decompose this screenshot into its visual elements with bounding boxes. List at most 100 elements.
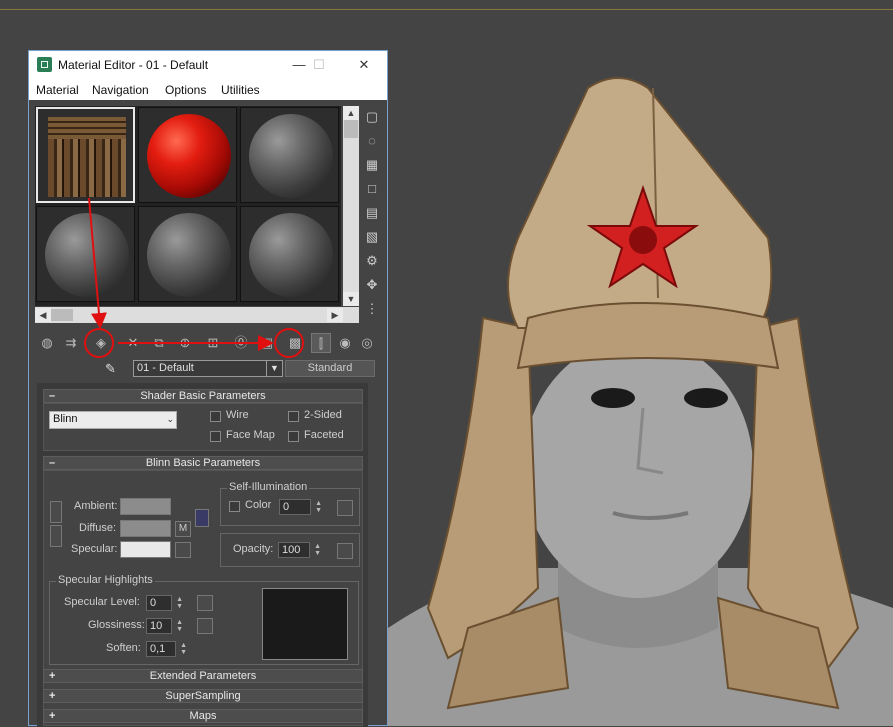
material-name-field[interactable]: 01 - Default ▼ [133,360,283,377]
diffuse-map-button[interactable]: M [175,521,191,537]
menu-navigation[interactable]: Navigation [92,83,149,97]
collapse-sign: – [49,457,56,469]
self-illumination-group: Self-Illumination Color 0 ▲ ▼ [220,481,360,526]
glossiness-spinner[interactable]: 10 ▲ ▼ [146,618,183,634]
sample-slot-6[interactable] [240,206,339,302]
put-to-scene-icon[interactable]: ⇉ [61,333,81,353]
make-preview-icon[interactable]: ▧ [363,228,381,246]
opacity-spinner[interactable]: 100 ▲ ▼ [278,542,321,558]
sample-type-icon[interactable]: ▢ [363,108,381,126]
select-by-material-icon[interactable]: ✥ [363,276,381,294]
self-illum-value-spinner[interactable]: 0 ▲ ▼ [279,499,322,515]
material-navigator-icon[interactable]: ⋮ [363,300,381,318]
chevron-down-icon[interactable]: ▼ [266,361,282,376]
ambient-color-swatch[interactable] [120,498,171,515]
scroll-thumb[interactable] [51,309,73,321]
video-color-check-icon[interactable]: ▤ [363,204,381,222]
sample-slot-3[interactable] [240,107,339,203]
soften-value: 0,1 [150,643,166,655]
shader-type-dropdown[interactable]: Blinn ⌄ [49,411,177,429]
eyedropper-icon[interactable]: ✎ [105,361,116,377]
soften-spinner[interactable]: 0,1 ▲ ▼ [146,641,187,657]
go-to-parent-icon[interactable]: ◉ [335,333,355,353]
spinner-arrows-icon[interactable]: ▲ ▼ [176,596,183,610]
self-illumination-title: Self-Illumination [227,481,310,493]
sample-slot-1[interactable] [36,107,135,203]
scroll-up-icon[interactable]: ▲ [343,106,359,120]
reset-icon[interactable]: ✕ [123,333,143,353]
specular-label: Specular: [71,543,118,555]
material-type-button[interactable]: Standard [285,360,375,377]
sample-slots [35,106,341,306]
wire-checkbox[interactable] [210,411,221,422]
put-to-library-icon[interactable]: ⊞ [203,333,223,353]
character-render [388,77,893,726]
expand-sign: + [49,710,56,722]
window-title: Material Editor - 01 - Default [58,58,209,72]
gray-sphere-preview [147,213,231,297]
glossiness-value: 10 [150,620,163,632]
viewport-border [0,9,893,10]
self-illum-map-button[interactable] [337,500,353,516]
slots-horizontal-scrollbar[interactable]: ◀ ▶ [35,307,359,323]
glossiness-map-button[interactable] [197,618,213,634]
material-id-icon[interactable]: ⓪ [231,333,251,353]
make-copy-icon[interactable]: ⧉ [149,333,169,353]
wire-label: Wire [226,409,249,421]
options-icon[interactable]: ⚙ [363,252,381,270]
shader-type-value: Blinn [53,413,78,425]
scroll-left-icon[interactable]: ◀ [35,308,51,322]
specular-level-map-button[interactable] [197,595,213,611]
rollout-title: Extended Parameters [149,670,257,682]
menu-bar: Material Navigation Options Utilities [29,79,387,100]
menu-utilities[interactable]: Utilities [221,83,260,97]
scroll-right-icon[interactable]: ▶ [327,308,343,322]
two-sided-checkbox[interactable] [288,411,299,422]
specular-color-swatch[interactable] [120,541,171,558]
sample-slot-4[interactable] [36,206,135,302]
spinner-arrows-icon[interactable]: ▲ ▼ [314,543,321,557]
backlight-icon[interactable]: ◌ [363,132,381,150]
go-forward-to-sibling-icon[interactable]: ◎ [357,333,377,353]
maximize-button[interactable]: ☐ [307,55,331,75]
lock-diffuse-specular-icon[interactable] [50,525,62,547]
textured-cube-preview [48,117,126,197]
faceted-checkbox[interactable] [288,431,299,442]
specular-level-spinner[interactable]: 0 ▲ ▼ [146,595,183,611]
collapse-sign: – [49,390,56,402]
sample-slot-2[interactable] [138,107,237,203]
spinner-arrows-icon[interactable]: ▲ ▼ [315,500,322,514]
rollout-header-extended[interactable]: + Extended Parameters [43,669,363,683]
slots-vertical-scrollbar[interactable]: ▲ ▼ [343,106,359,306]
scroll-down-icon[interactable]: ▼ [343,292,359,306]
diffuse-label: Diffuse: [79,522,117,534]
specular-map-button[interactable] [175,542,191,558]
background-icon[interactable]: ▦ [363,156,381,174]
spinner-arrows-icon[interactable]: ▲ ▼ [180,642,187,656]
two-sided-label: 2-Sided [304,409,342,421]
scroll-thumb[interactable] [344,120,358,138]
rollout-header-shader-basic[interactable]: – Shader Basic Parameters [43,389,363,403]
self-illum-color-checkbox[interactable] [229,501,240,512]
get-material-icon[interactable]: ◍ [37,333,57,353]
diffuse-color-swatch[interactable] [120,520,171,537]
menu-options[interactable]: Options [165,83,206,97]
title-bar[interactable]: Material Editor - 01 - Default — ☐ ✕ [29,51,387,79]
rollout-header-blinn-basic[interactable]: – Blinn Basic Parameters [43,456,363,470]
sample-slot-5[interactable] [138,206,237,302]
lock-icon[interactable] [195,509,209,527]
gray-sphere-preview [249,114,333,198]
rollout-header-maps[interactable]: + Maps [43,709,363,723]
make-unique-icon[interactable]: ⊕ [175,333,195,353]
menu-material[interactable]: Material [36,83,79,97]
specular-level-value: 0 [150,597,157,609]
lock-ambient-diffuse-icon[interactable] [50,501,62,523]
show-end-result-icon[interactable]: ⫿ [311,333,331,353]
opacity-map-button[interactable] [337,543,353,559]
uv-tiling-icon[interactable]: □ [363,180,381,198]
gray-sphere-preview [249,213,333,297]
face-map-checkbox[interactable] [210,431,221,442]
spinner-arrows-icon[interactable]: ▲ ▼ [176,619,183,633]
close-button[interactable]: ✕ [352,55,376,75]
rollout-header-supersampling[interactable]: + SuperSampling [43,689,363,703]
